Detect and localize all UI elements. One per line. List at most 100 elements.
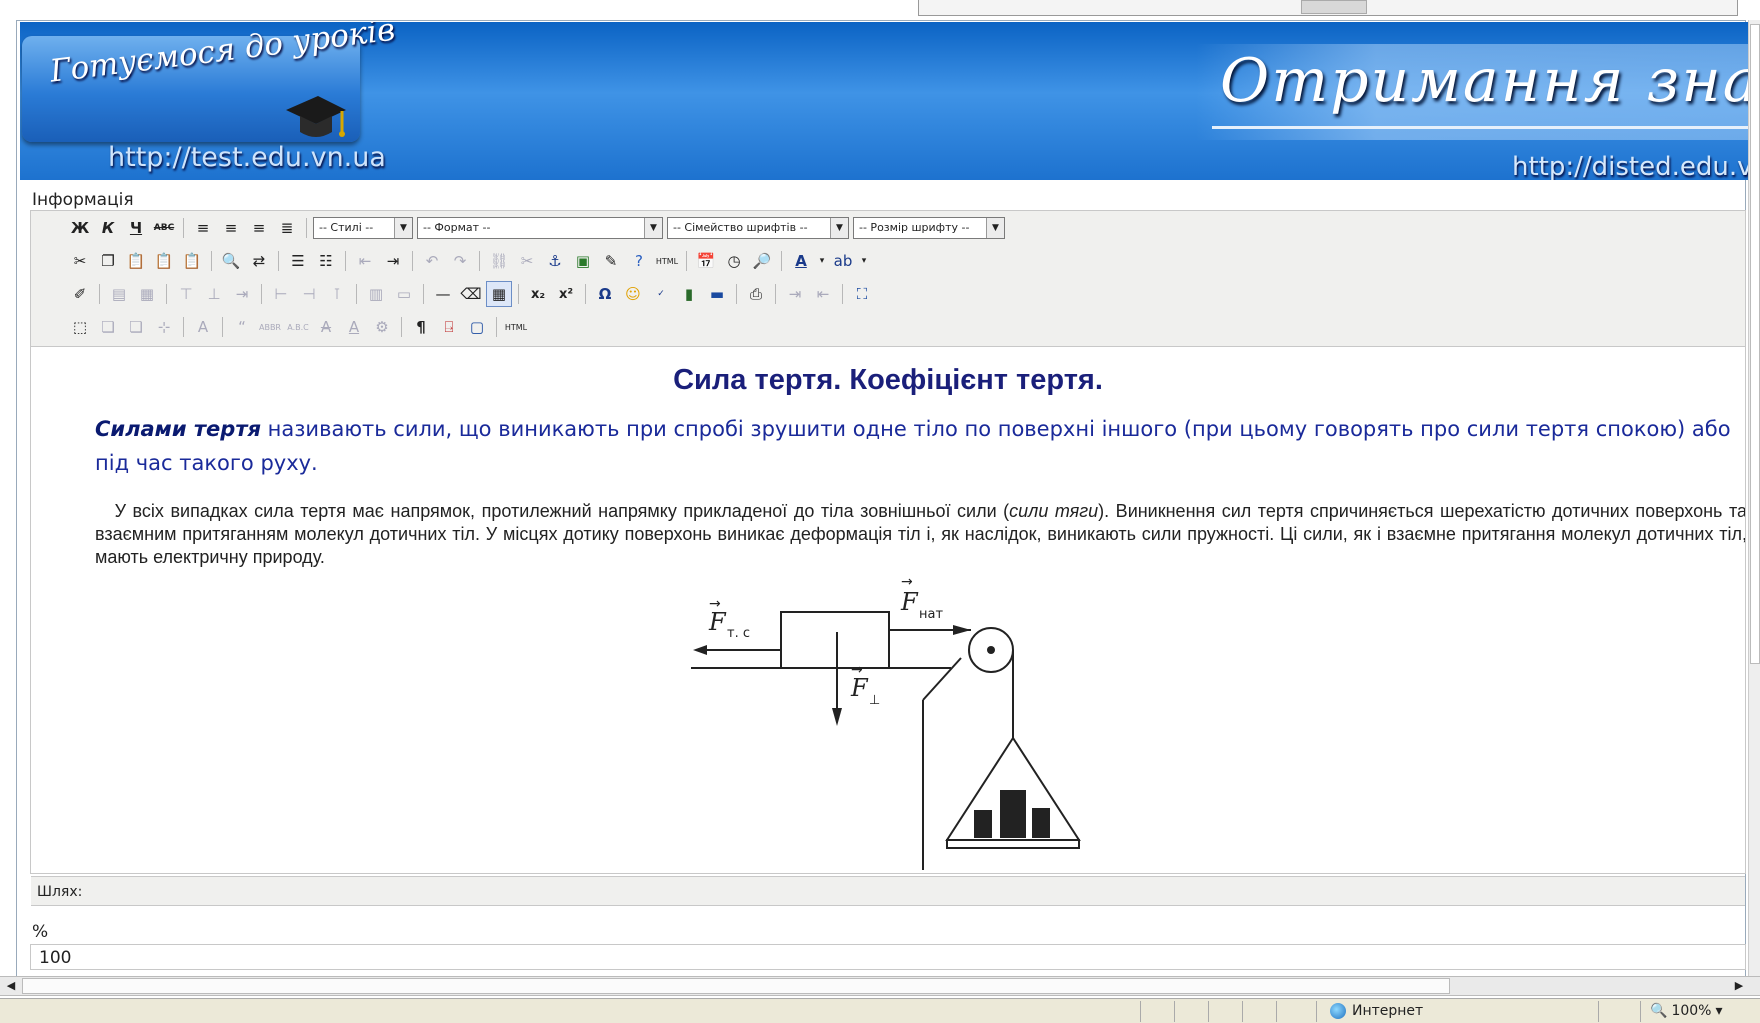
paste-text-icon[interactable]: 📋 [151,248,177,274]
italic-button[interactable]: К [95,215,121,241]
table-icon[interactable]: ▦ [486,281,512,307]
cite-icon[interactable]: “ [229,314,255,340]
delete-row-icon[interactable]: ⇥ [229,281,255,307]
cut-icon[interactable]: ✂ [67,248,93,274]
help-icon[interactable]: ? [626,248,652,274]
status-cell [1242,1001,1243,1022]
arrowhead [953,625,971,635]
superscript-icon[interactable]: x² [553,281,579,307]
underline-button[interactable]: Ч [123,215,149,241]
percent-input[interactable]: 100 [30,944,1746,970]
horizontal-scrollbar[interactable]: ◀ ▶ [0,976,1760,996]
explanation-italic: сили тяги [1009,501,1099,521]
align-center-icon[interactable]: ≡ [218,215,244,241]
cleanup-icon[interactable]: ✎ [598,248,624,274]
delete-col-icon[interactable]: ⊺ [324,281,350,307]
html-source-button[interactable]: HTML [654,248,680,274]
anchor-icon[interactable]: ⚓ [542,248,568,274]
abbr-icon[interactable]: ABBR [257,314,283,340]
print-icon[interactable]: ⎙ [743,281,769,307]
font-family-select[interactable]: -- Сімейство шрифтів -- ▼ [667,217,849,239]
media-icon[interactable]: ▮ [676,281,702,307]
insert-date-icon[interactable]: 📅 [693,248,719,274]
zoom-control[interactable]: 🔍 100% ▾ [1650,1003,1723,1019]
advanced-hr-icon[interactable]: ▬ [704,281,730,307]
edit-css-icon[interactable]: ✐ [67,281,93,307]
scroll-thumb[interactable] [22,978,1450,994]
insert-col-before-icon[interactable]: ⊢ [268,281,294,307]
move-backward-icon[interactable]: ❏ [123,314,149,340]
font-size-select[interactable]: -- Розмір шрифту -- ▼ [853,217,1005,239]
scroll-left-icon[interactable]: ◀ [2,978,20,994]
top-scroll-thumb[interactable] [1301,0,1367,14]
redo-icon[interactable]: ↷ [447,248,473,274]
show-blocks-button[interactable]: ¶ [408,314,434,340]
strikethrough-button[interactable]: ABC [151,215,177,241]
undo-icon[interactable]: ↶ [419,248,445,274]
horizontal-rule-icon[interactable]: — [430,281,456,307]
emoticon-icon[interactable]: ☺ [620,281,646,307]
split-cells-icon[interactable]: ▥ [363,281,389,307]
status-cell [1140,1001,1141,1022]
zoom-level: 100% [1671,1003,1712,1019]
align-left-icon[interactable]: ≡ [190,215,216,241]
vertical-scrollbar[interactable] [1748,20,1760,980]
rtl-icon[interactable]: ⇤ [810,281,836,307]
replace-icon[interactable]: ⇄ [246,248,272,274]
remove-format-icon[interactable]: ⌫ [458,281,484,307]
indent-icon[interactable]: ⇥ [380,248,406,274]
highlight-color-icon[interactable]: ab [830,248,856,274]
attributes-icon[interactable]: ⚙ [369,314,395,340]
unlink-icon[interactable]: ✂ [514,248,540,274]
paragraph-explanation: У всіх випадках сила тертя має напрямок,… [95,500,1745,569]
chevron-down-icon[interactable]: ▾ [816,248,828,274]
merge-cells-icon[interactable]: ▭ [391,281,417,307]
numbered-list-icon[interactable]: ☷ [313,248,339,274]
spellcheck-icon[interactable]: ✓ [648,281,674,307]
absolute-position-icon[interactable]: ⊹ [151,314,177,340]
link-icon[interactable]: ⛓ [486,248,512,274]
scroll-thumb[interactable] [1750,24,1760,664]
chevron-down-icon: ▼ [986,218,1004,238]
text-color-icon[interactable]: A [788,248,814,274]
acronym-icon[interactable]: A.B.C [285,314,311,340]
row-props-icon[interactable]: ▤ [106,281,132,307]
insert-layer-icon[interactable]: ⬚ [67,314,93,340]
insertion-icon[interactable]: A [341,314,367,340]
styles-props-icon[interactable]: A [190,314,216,340]
copy-icon[interactable]: ❐ [95,248,121,274]
insert-time-icon[interactable]: ◷ [721,248,747,274]
special-char-icon[interactable]: Ω [592,281,618,307]
arrowhead [693,645,707,655]
format-select[interactable]: -- Формат -- ▼ [417,217,663,239]
find-icon[interactable]: 🔍 [218,248,244,274]
move-forward-icon[interactable]: ❏ [95,314,121,340]
paste-word-icon[interactable]: 📋 [179,248,205,274]
bold-button[interactable]: Ж [67,215,93,241]
ltr-icon[interactable]: ⇥ [782,281,808,307]
styles-select[interactable]: -- Стилі -- ▼ [313,217,413,239]
align-right-icon[interactable]: ≡ [246,215,272,241]
insert-row-before-icon[interactable]: ⊤ [173,281,199,307]
scroll-right-icon[interactable]: ▶ [1730,978,1748,994]
security-zone[interactable]: Интернет [1330,1003,1423,1019]
nonbreaking-icon[interactable]: ⍈ [436,314,462,340]
cell-props-icon[interactable]: ▦ [134,281,160,307]
toolbar-row-1: Ж К Ч ABC ≡ ≡ ≡ ≣ -- Стилі -- ▼ -- Формат… [67,213,1007,243]
fullscreen-icon[interactable]: ⛶ [849,281,875,307]
html-button-2[interactable]: HTML [503,314,529,340]
bullet-list-icon[interactable]: ☰ [285,248,311,274]
image-icon[interactable]: ▣ [570,248,596,274]
styles-select-value: -- Стилі -- [319,221,374,234]
paste-icon[interactable]: 📋 [123,248,149,274]
preview-icon[interactable]: 🔎 [749,248,775,274]
insert-row-after-icon[interactable]: ⊥ [201,281,227,307]
template-icon[interactable]: ▢ [464,314,490,340]
editor-content[interactable]: Сила тертя. Коефіцієнт тертя. Силами тер… [31,348,1745,874]
insert-col-after-icon[interactable]: ⊣ [296,281,322,307]
outdent-icon[interactable]: ⇤ [352,248,378,274]
chevron-down-icon[interactable]: ▾ [858,248,870,274]
subscript-icon[interactable]: x₂ [525,281,551,307]
align-justify-icon[interactable]: ≣ [274,215,300,241]
deletion-icon[interactable]: A [313,314,339,340]
